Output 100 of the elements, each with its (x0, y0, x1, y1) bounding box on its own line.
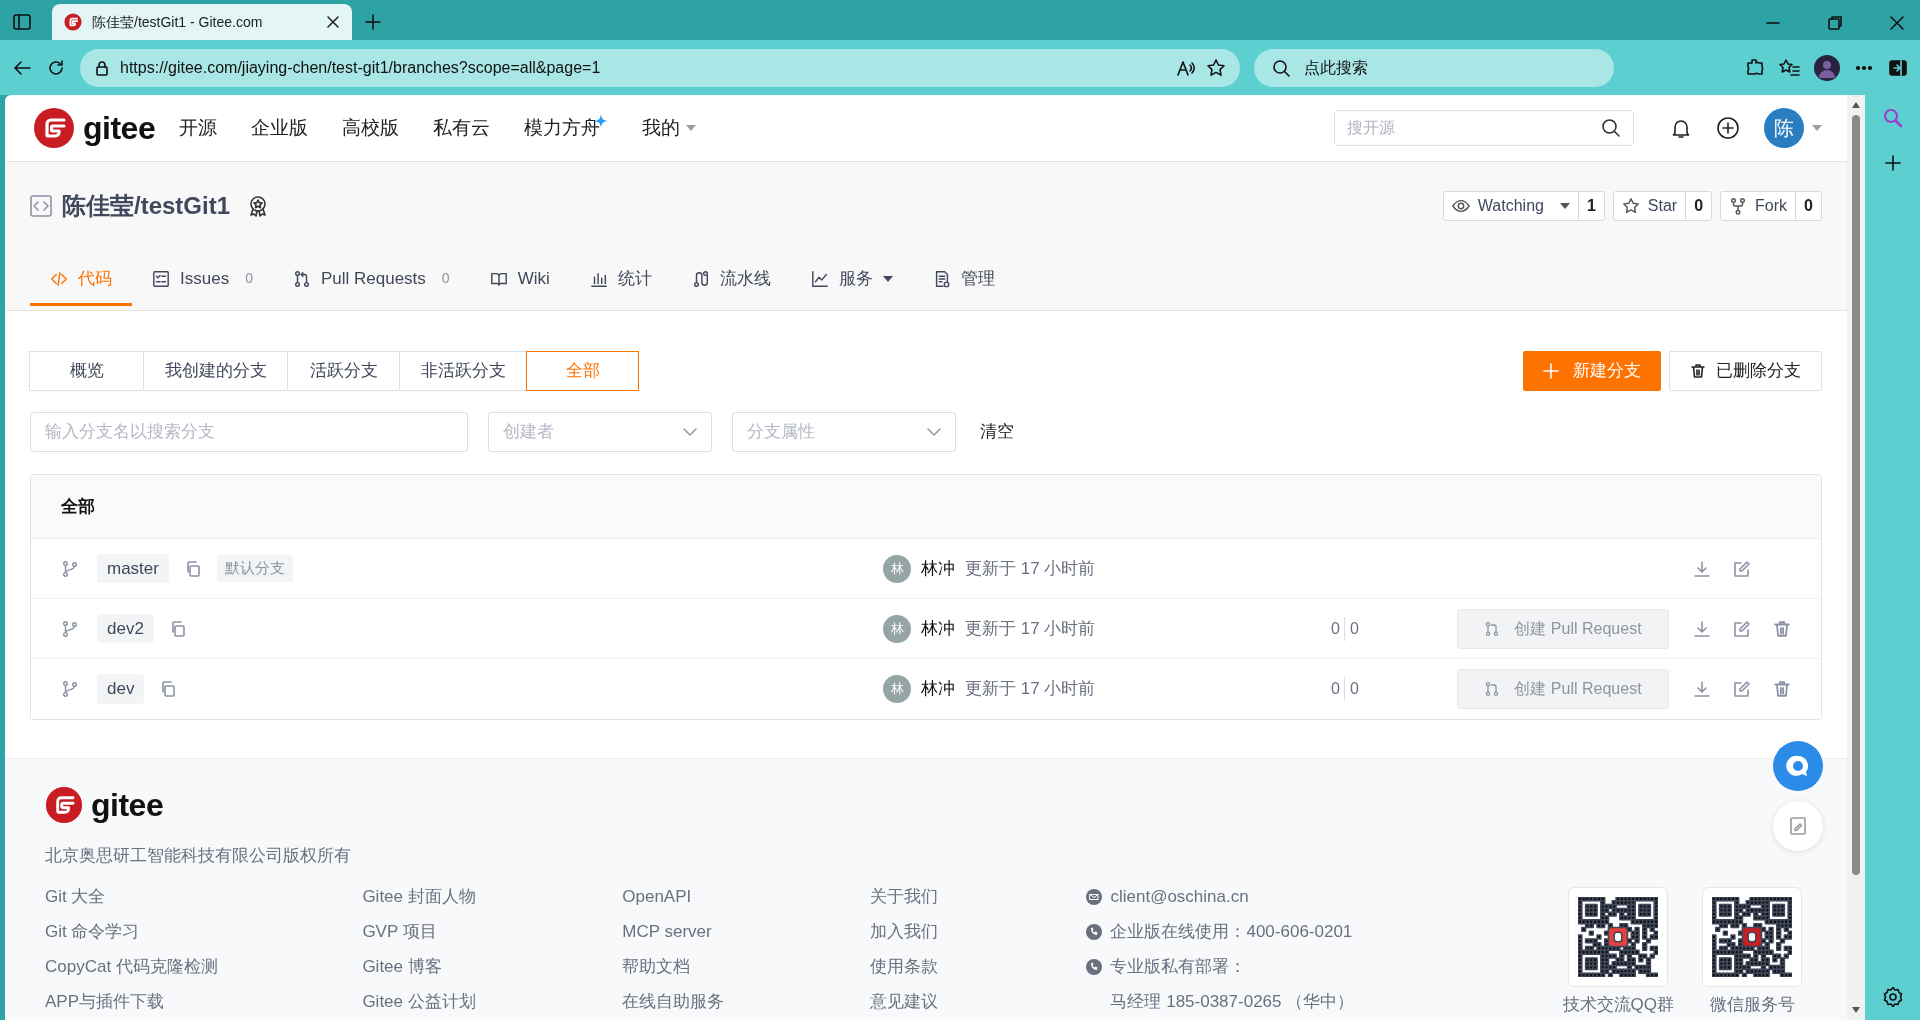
author-name[interactable]: 林冲 (921, 555, 955, 582)
favorites-icon[interactable] (1778, 57, 1800, 78)
settings-icon[interactable] (1881, 986, 1904, 1008)
repo-action-button[interactable]: Fork 0 (1720, 191, 1822, 221)
footer-link[interactable]: CopyCat 代码克隆检测 (45, 956, 363, 977)
filter-tab[interactable]: 非活跃分支 (399, 351, 527, 391)
footer-link[interactable]: 在线自助服务 (622, 991, 871, 1012)
behind-count: 0 (1331, 677, 1345, 701)
repo-action-button[interactable]: Watching 1 (1442, 191, 1605, 221)
footer-link[interactable]: GVP 项目 (362, 921, 623, 942)
contact-text: 马经理 185-0387-0265 （华中） (1110, 991, 1355, 1012)
eye-icon (1451, 197, 1470, 215)
branch-name[interactable]: dev (97, 674, 145, 704)
footer-link[interactable]: Git 命令学习 (45, 921, 363, 942)
star-icon[interactable] (1206, 57, 1226, 78)
trash-icon[interactable] (1773, 619, 1791, 638)
footer-link[interactable]: Gitee 公益计划 (362, 991, 623, 1012)
footer-link[interactable]: Gitee 博客 (362, 956, 623, 977)
footer-link[interactable]: Git 大全 (45, 886, 363, 907)
download-icon[interactable] (1693, 559, 1711, 578)
footer-link[interactable]: 意见建议 (870, 991, 1087, 1012)
nav-link[interactable]: 私有云 (433, 113, 491, 143)
repo-tab[interactable]: 流水线 (671, 254, 791, 306)
repo-tab[interactable]: Issues 0 (132, 254, 273, 306)
edit-icon[interactable] (1733, 559, 1751, 578)
logo-text[interactable]: gitee (91, 781, 164, 829)
author-name[interactable]: 林冲 (921, 676, 955, 702)
author-avatar: 林 (883, 614, 911, 643)
phone-icon (1086, 923, 1103, 940)
footer-link[interactable]: 加入我们 (870, 921, 1087, 942)
star-icon (1621, 197, 1640, 215)
edit-icon[interactable] (1733, 619, 1751, 638)
phone-icon (1086, 958, 1103, 975)
footer-link[interactable]: Gitee 封面人物 (362, 886, 623, 907)
footer-link[interactable]: MCP server (622, 921, 871, 942)
deleted-branches-button[interactable]: 已删除分支 (1669, 351, 1822, 391)
repo-tab[interactable]: Pull Requests 0 (272, 254, 470, 306)
profile-avatar[interactable] (1814, 54, 1840, 81)
tab-title: 陈佳莹/testGit1 - Gitee.com (92, 12, 264, 32)
extensions-icon[interactable] (1744, 57, 1764, 78)
scrollbar-thumb[interactable] (1852, 115, 1860, 875)
user-avatar[interactable]: 陈 (1764, 108, 1804, 148)
nav-link[interactable]: 模力方舟 (524, 113, 609, 143)
repo-title[interactable]: 陈佳莹/testGit1 (62, 188, 231, 224)
footer-link[interactable]: 关于我们 (870, 886, 1087, 907)
plus-icon (1543, 363, 1559, 379)
nav-link[interactable]: 高校版 (342, 113, 400, 143)
nav-link[interactable]: 开源 (179, 113, 218, 143)
footer-link[interactable]: 使用条款 (870, 956, 1087, 977)
chevron-down-icon (683, 428, 697, 436)
repo-tab[interactable]: Wiki (469, 254, 570, 306)
edit-icon[interactable] (1733, 680, 1751, 698)
nav-link[interactable]: 我的 (642, 113, 697, 143)
footer-link[interactable]: OpenAPI (622, 886, 871, 907)
filter-tab[interactable]: 我创建的分支 (143, 351, 288, 391)
branch-icon (61, 619, 79, 638)
pipeline-icon (691, 269, 710, 288)
add-icon[interactable] (1716, 116, 1740, 140)
download-icon[interactable] (1693, 680, 1711, 698)
sidebar-icon[interactable] (1888, 57, 1908, 78)
branch-name[interactable]: dev2 (97, 613, 154, 644)
chat-button[interactable] (1773, 741, 1823, 791)
code-icon (30, 195, 52, 217)
add-icon[interactable] (1884, 155, 1901, 171)
branch-name[interactable]: master (97, 553, 169, 584)
clear-link[interactable]: 清空 (980, 419, 1014, 445)
contact-text: 专业版私有部署： (1110, 956, 1247, 977)
restore-icon[interactable] (1828, 16, 1842, 30)
repo-tab[interactable]: 管理 (912, 254, 1015, 306)
copyright-text: 北京奥思研工智能科技有限公司版权所有 (45, 845, 352, 867)
qr-code-label: 微信服务号 (1709, 994, 1795, 1015)
branch-search-field[interactable]: 输入分支名以搜索分支 (30, 412, 468, 452)
repo-tab[interactable]: 统计 (569, 254, 672, 306)
scroll-up-icon[interactable] (1851, 101, 1861, 109)
close-icon[interactable] (1890, 16, 1904, 30)
notification-icon[interactable] (1670, 117, 1692, 139)
default-branch-label: 默认分支 (216, 555, 293, 582)
footer-link[interactable]: 帮助文档 (622, 956, 871, 977)
repo-action-button[interactable]: Star 0 (1612, 191, 1713, 221)
close-icon[interactable] (326, 15, 340, 29)
caret-icon (1559, 203, 1570, 209)
repo-tab[interactable]: 服务 (790, 254, 913, 306)
refresh-icon[interactable] (46, 57, 66, 78)
download-icon[interactable] (1693, 619, 1711, 638)
search-icon[interactable] (1881, 107, 1904, 129)
browser-tab[interactable]: 陈佳莹/testGit1 - Gitee.com (52, 4, 352, 40)
nav-link[interactable]: 企业版 (251, 113, 309, 143)
new-tab-icon[interactable] (364, 13, 382, 31)
footer-link[interactable]: APP与插件下载 (45, 991, 363, 1012)
filter-tab[interactable]: 活跃分支 (287, 351, 400, 391)
filter-tab[interactable]: 概览 (29, 351, 144, 391)
address-bar[interactable]: https://gitee.com/jiaying-chen/test-git1/branches?scope=all&page=1 (80, 48, 1240, 87)
pull-request-icon (1484, 620, 1501, 637)
author-name[interactable]: 林冲 (921, 615, 955, 642)
trash-icon[interactable] (1773, 680, 1791, 698)
scroll-down-icon[interactable] (1851, 1006, 1861, 1014)
sidebar-toggle-icon[interactable] (12, 12, 32, 32)
gitee-logo-icon (45, 786, 83, 824)
search-field[interactable]: 点此搜索 (1254, 48, 1614, 87)
logo-text[interactable]: gitee (83, 104, 156, 152)
